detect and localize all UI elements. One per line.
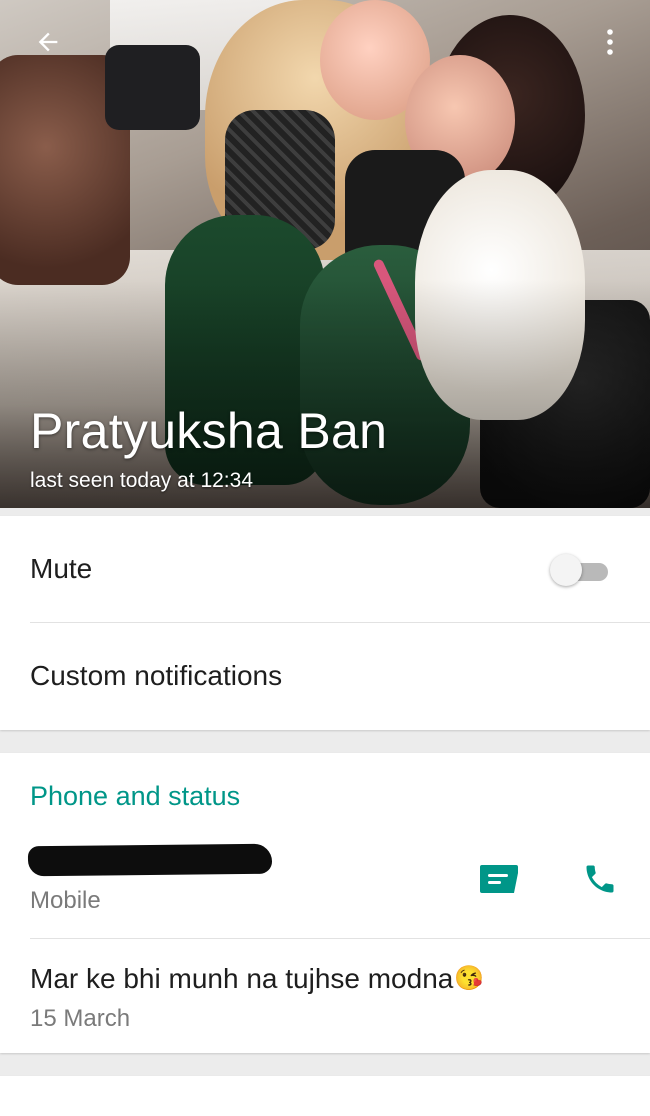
notifications-card: Mute Custom notifications <box>0 516 650 730</box>
mute-toggle-thumb <box>550 554 582 586</box>
next-card <box>0 1076 650 1116</box>
divider <box>30 938 650 939</box>
status-text: Mar ke bhi munh na tujhse modna😘 <box>30 963 484 995</box>
mute-row[interactable]: Mute <box>0 516 650 622</box>
phone-row[interactable]: Mobile <box>0 833 650 939</box>
redacted-phone-number <box>27 843 273 877</box>
phone-call-icon <box>586 865 614 893</box>
phone-type-label: Mobile <box>30 887 101 914</box>
custom-notifications-label: Custom notifications <box>30 660 283 691</box>
contact-name: Pratyuksha Ban <box>30 403 388 459</box>
last-seen-text: last seen today at 12:34 <box>30 469 253 492</box>
message-icon <box>480 865 518 893</box>
section-title-phone-status: Phone and status <box>30 781 241 811</box>
call-button[interactable] <box>576 857 624 901</box>
custom-notifications-row[interactable]: Custom notifications <box>0 623 650 729</box>
more-vert-icon <box>607 29 613 55</box>
kiss-emoji-icon: 😘 <box>454 965 485 992</box>
profile-header: Pratyuksha Ban last seen today at 12:34 <box>0 0 650 508</box>
back-button[interactable] <box>28 22 68 62</box>
status-message: Mar ke bhi munh na tujhse modna <box>30 963 454 994</box>
message-button[interactable] <box>474 859 524 899</box>
phone-status-card: Phone and status Mobile Mar ke bhi munh … <box>0 753 650 1053</box>
more-options-button[interactable] <box>590 22 630 62</box>
status-date: 15 March <box>30 1005 131 1032</box>
back-arrow-icon <box>38 32 58 52</box>
mute-toggle[interactable] <box>550 554 608 586</box>
mute-label: Mute <box>30 553 93 584</box>
